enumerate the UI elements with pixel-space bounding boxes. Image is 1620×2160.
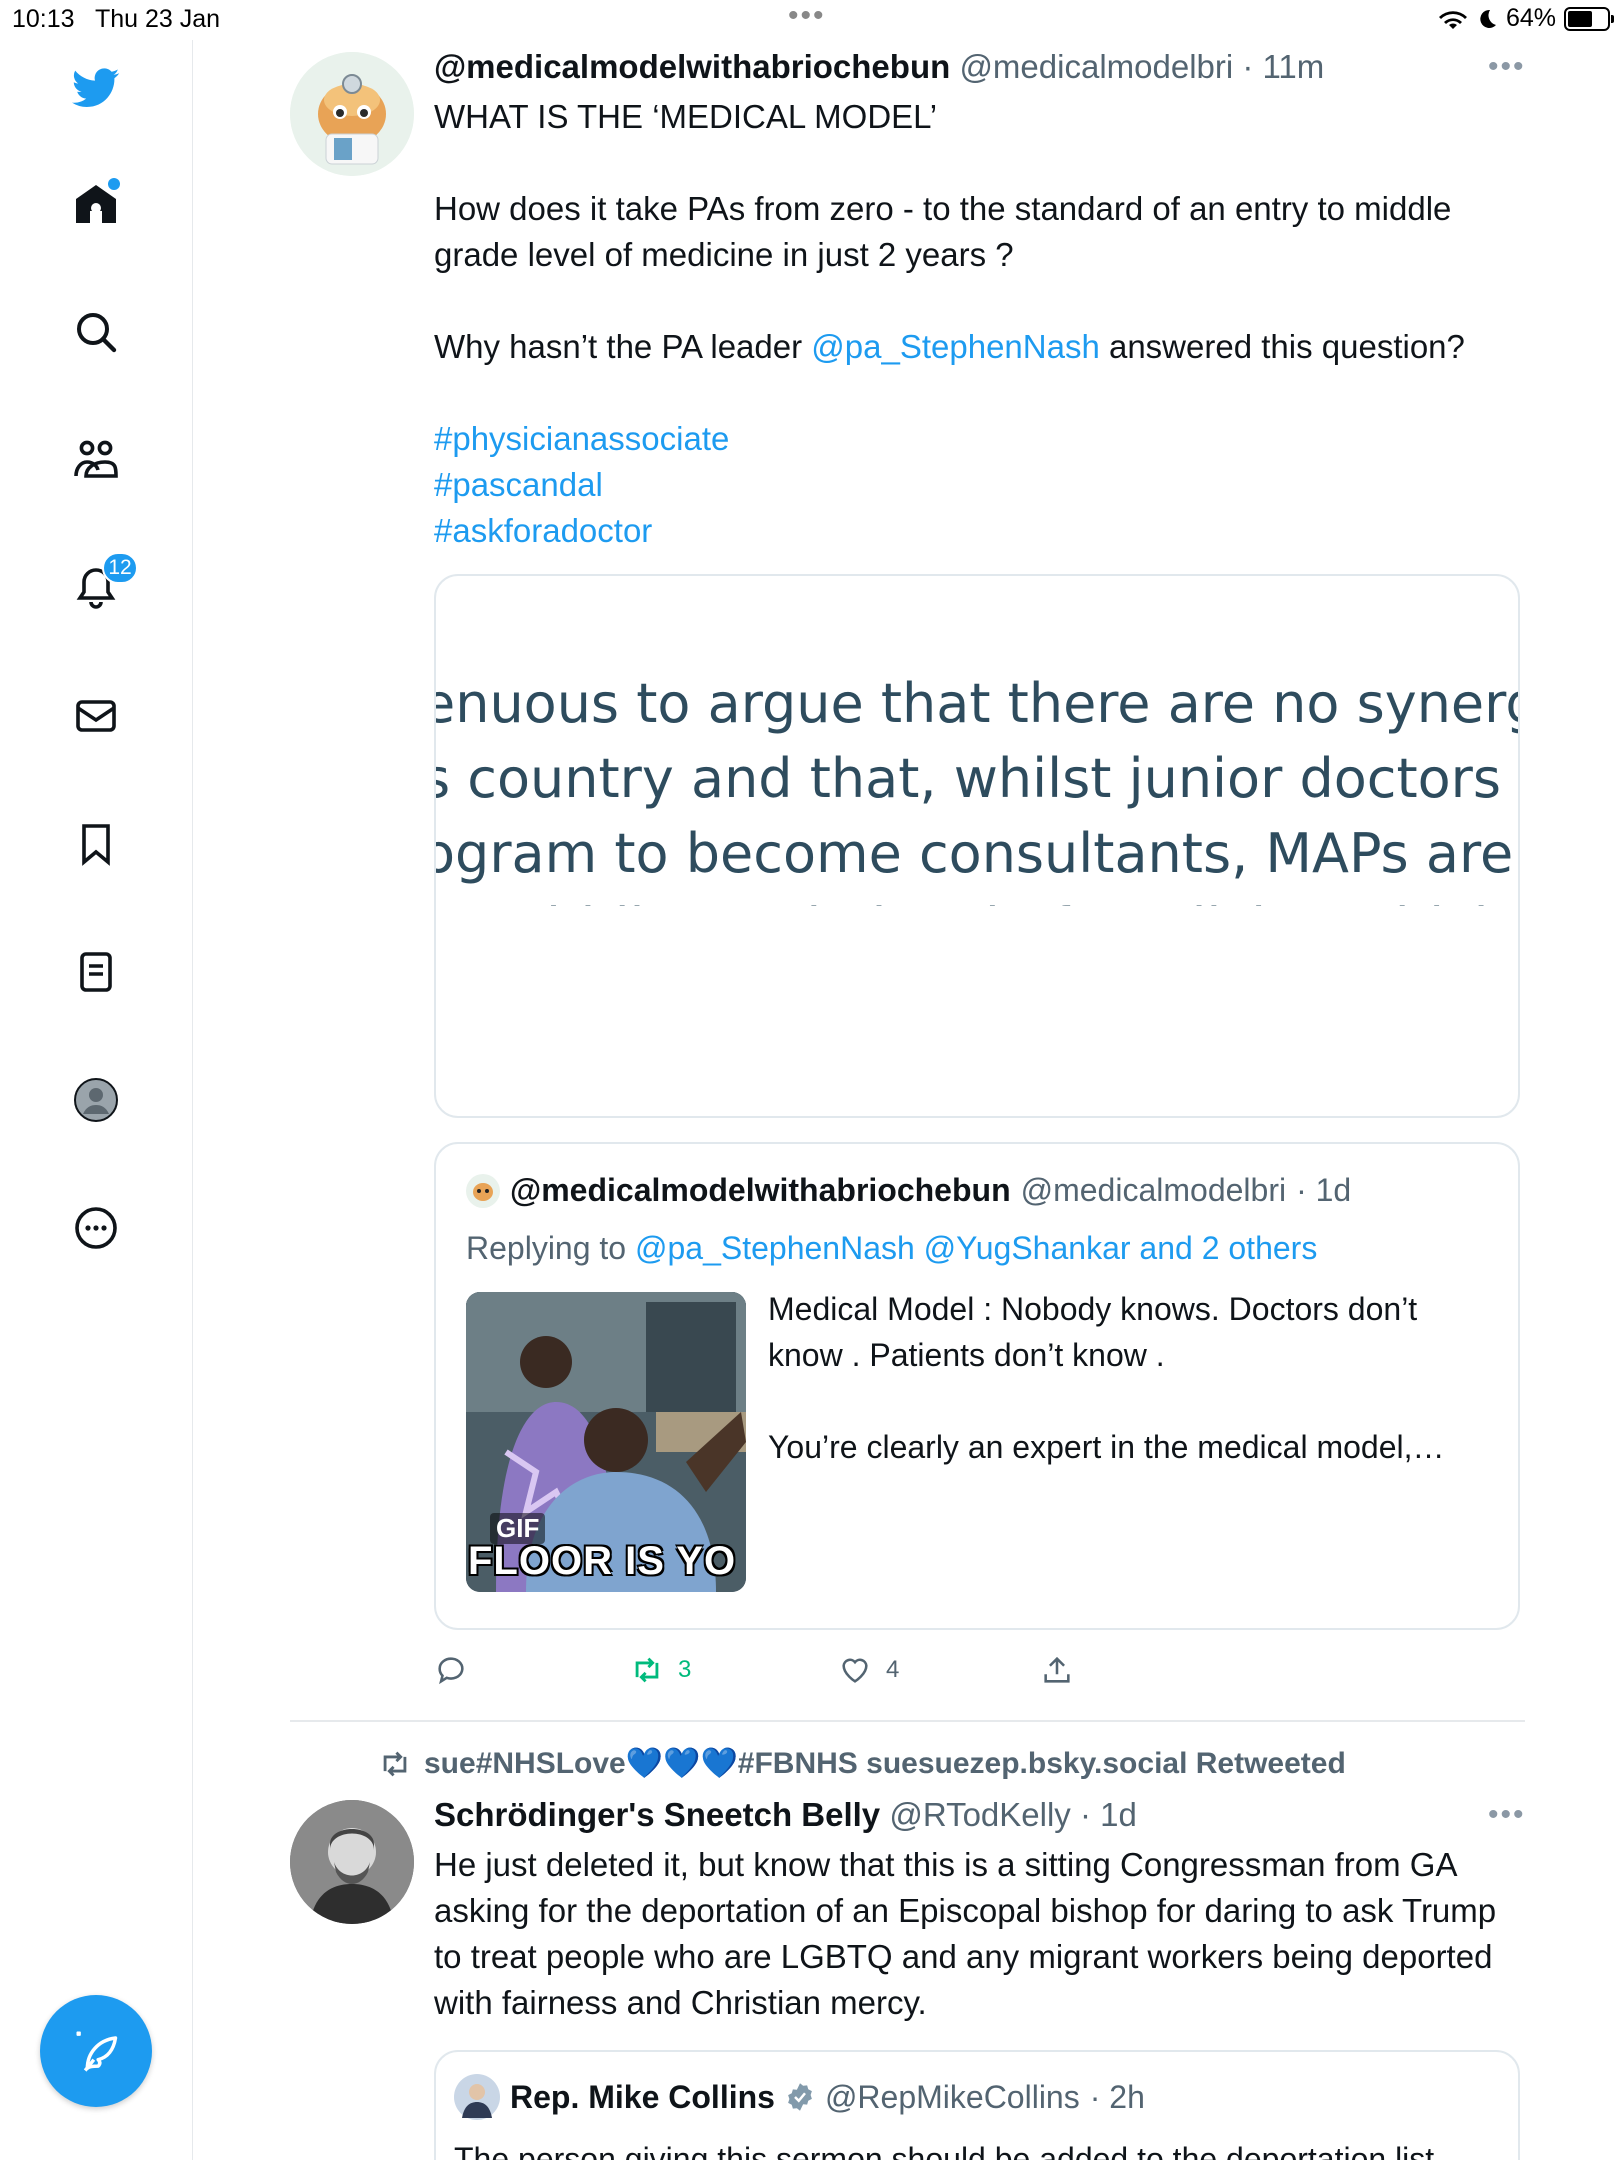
tweet2-quoted-header: Rep. Mike Collins @RepMikeCollins · 2h [454,2074,1145,2120]
status-bar: 10:13 Thu 23 Jan ••• 64% [0,0,1620,40]
tweet2-avatar[interactable] [290,1800,414,1924]
nav-more[interactable] [60,1192,132,1264]
quoted-tweet[interactable]: @medicalmodelwithabriochebun @medicalmod… [434,1142,1520,1630]
share-button[interactable] [1040,1653,1074,1687]
retweeted-by[interactable]: sue#NHSLove💙💙💙#FBNHS suesuezep.bsky.soci… [378,1746,1346,1781]
status-time: 10:13 [12,5,75,33]
quoted-text: Medical Model : Nobody knows. Doctors do… [768,1286,1498,1470]
home-new-dot [108,178,120,190]
mention-link[interactable]: @pa_StephenNash [811,328,1100,365]
tweet1-line3: Why hasn’t the PA leader @pa_StephenNash… [434,324,1514,370]
replying-to-mentions[interactable]: @pa_StephenNash @YugShankar and 2 others [635,1230,1317,1266]
battery-fill [1568,10,1593,27]
battery-icon [1564,6,1614,31]
tweet1-avatar[interactable] [290,52,414,176]
messages-icon [76,700,116,732]
retweeted-by-text: sue#NHSLove💙💙💙#FBNHS suesuezep.bsky.soci… [424,1747,1346,1780]
tweet2-handle[interactable]: @RTodKelly [889,1796,1070,1833]
notifications-badge: 12 [102,552,138,584]
twitter-bird-icon[interactable] [60,52,132,124]
compose-tweet-button[interactable] [40,1995,152,2107]
hashtag-link[interactable]: #askforadoctor [434,508,1514,554]
wifi-icon [1438,10,1467,29]
quoted-avatar [454,2074,500,2120]
search-icon [77,313,117,353]
tweet1-handle[interactable]: @medicalmodelbri [959,48,1233,85]
compose-tweet-icon [76,2031,118,2072]
like-count: 4 [886,1656,900,1683]
share-icon [1044,1656,1070,1683]
quoted-handle[interactable]: @medicalmodelbri [1021,1172,1286,1209]
nav-profile[interactable] [60,1064,132,1136]
nav-search[interactable] [60,296,132,368]
tweet1-line3-text: Why hasn’t the PA leader [434,328,812,365]
tweet1-line1: WHAT IS THE ‘MEDICAL MODEL’ [434,98,938,135]
quoted-gif[interactable]: GIF FLOOR IS YO [466,1292,746,1592]
communities-icon [74,440,118,478]
bookmarks-icon [82,824,110,866]
tweet1-display-name[interactable]: @medicalmodelwithabriochebun [434,48,950,85]
quoted-time[interactable]: · 1d [1296,1172,1351,1209]
retweet-count: 3 [678,1656,692,1683]
quoted-avatar [466,1173,500,1208]
tweet2-display-name[interactable]: Schrödinger's Sneetch Belly [434,1796,880,1833]
nav-home[interactable] [60,168,132,240]
status-indicators: 64% [1438,4,1614,33]
tweet2-quoted-text: The person giving this sermon should be … [454,2141,1444,2160]
tweet1-actions: 3 4 [434,1645,1134,1695]
tweet2-quoted-time[interactable]: · 2h [1090,2079,1145,2116]
tweet1-time[interactable]: · 11m [1242,48,1324,85]
tweet2-header: Schrödinger's Sneetch Belly @RTodKelly ·… [434,1796,1137,1834]
tweet1-text: WHAT IS THE ‘MEDICAL MODEL’ How does it … [434,94,1514,554]
like-button[interactable]: 4 [838,1653,899,1687]
tweet2-text: He just deleted it, but know that this i… [434,1846,1497,2021]
nav-messages[interactable] [60,680,132,752]
image-text-line: ogram to become consultants, MAPs are pr [436,822,1520,885]
tweet-divider [290,1720,1525,1722]
replying-to-label: Replying to [466,1230,635,1266]
quoted-tweet-header: @medicalmodelwithabriochebun @medicalmod… [466,1172,1351,1209]
sidebar: 12 [0,40,193,2160]
image-text-line: s country and that, whilst junior doctor… [436,747,1520,810]
tweet2-quoted-tweet[interactable]: Rep. Mike Collins @RepMikeCollins · 2h T… [434,2050,1520,2160]
gif-caption: FLOOR IS YO [468,1539,737,1583]
tweet1-image[interactable]: enuous to argue that there are no synerg… [434,574,1520,1118]
image-text-line: to middle-grade level of medicine which … [436,891,1518,906]
multitasking-dots-icon[interactable]: ••• [788,1,826,31]
verified-badge-icon [788,2083,812,2111]
profile-icon [74,1078,118,1122]
nav-communities[interactable] [60,424,132,496]
quoted-text-line1: Medical Model : Nobody knows. Doctors do… [768,1291,1418,1373]
tweet2-quoted-handle[interactable]: @RepMikeCollins [825,2079,1080,2116]
hashtag-link[interactable]: #pascandal [434,462,1514,508]
retweet-icon [635,1657,659,1683]
image-text-excerpt: enuous to argue that there are no synerg… [436,666,1520,906]
nav-notifications[interactable]: 12 [60,552,138,624]
retweet-icon [383,1751,407,1776]
reply-button[interactable] [434,1653,482,1687]
tweet2-time[interactable]: · 1d [1080,1796,1137,1833]
quoted-text-line2: You’re clearly an expert in the medical … [768,1429,1445,1465]
battery-percent: 64% [1505,4,1556,32]
quoted-display-name[interactable]: @medicalmodelwithabriochebun [510,1172,1011,1209]
tweet1-header: @medicalmodelwithabriochebun @medicalmod… [434,48,1324,86]
retweet-button[interactable]: 3 [630,1653,691,1687]
hashtag-link[interactable]: #physicianassociate [434,416,1514,462]
lists-icon [80,952,112,992]
image-text-line: enuous to argue that there are no synerg… [436,672,1520,735]
tweet1-line2: How does it take PAs from zero - to the … [434,190,1452,273]
moon-icon [1480,9,1496,28]
tweet2-quoted-display-name[interactable]: Rep. Mike Collins [510,2079,775,2116]
nav-lists[interactable] [60,936,132,1008]
replying-to: Replying to @pa_StephenNash @YugShankar … [466,1230,1317,1267]
tweet2-more-icon[interactable]: ••• [1488,1798,1526,1832]
status-date: Thu 23 Jan [95,5,221,33]
tweet1-line3-tail: answered this question? [1099,328,1465,365]
tweet1-more-icon[interactable]: ••• [1488,50,1526,84]
heart-icon [842,1658,868,1683]
reply-icon [438,1657,464,1685]
more-icon [75,1207,117,1249]
nav-bookmarks[interactable] [60,808,132,880]
